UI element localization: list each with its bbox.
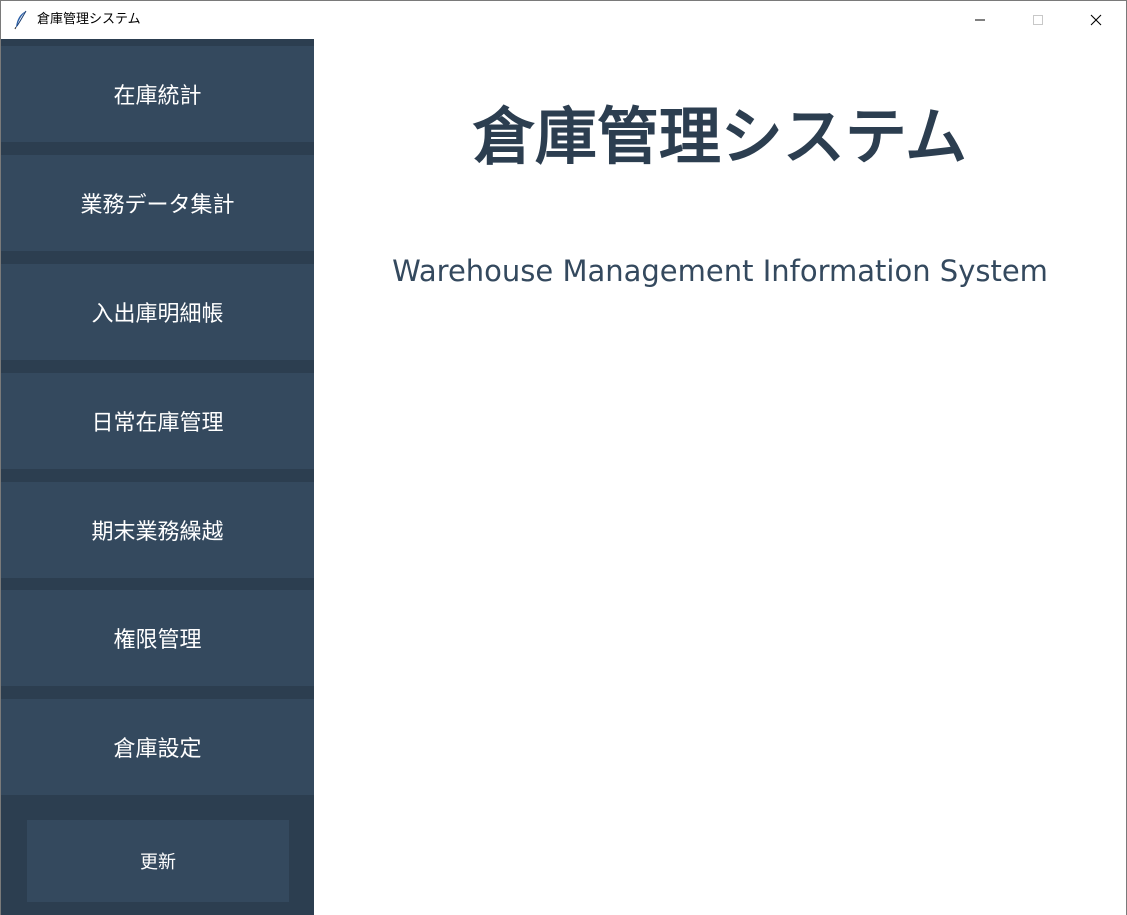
main-content: 倉庫管理システム Warehouse Management Informatio… — [314, 39, 1126, 915]
refresh-button[interactable]: 更新 — [27, 820, 289, 902]
sidebar-item-inventory-stats[interactable]: 在庫統計 — [1, 46, 314, 142]
page-title: 倉庫管理システム — [472, 100, 968, 173]
maximize-icon — [1033, 15, 1043, 25]
sidebar-item-warehouse-settings[interactable]: 倉庫設定 — [1, 699, 314, 795]
sidebar-item-business-data-summary[interactable]: 業務データ集計 — [1, 155, 314, 251]
close-button[interactable] — [1067, 1, 1125, 39]
title-bar[interactable]: 倉庫管理システム — [1, 1, 1126, 39]
maximize-button[interactable] — [1009, 1, 1067, 39]
sidebar-item-period-end-carryover[interactable]: 期末業務繰越 — [1, 482, 314, 578]
app-window: 倉庫管理システム 在庫統計 業務データ集計 入出庫明細帳 日常在庫管理 期末業務… — [0, 0, 1127, 915]
sidebar: 在庫統計 業務データ集計 入出庫明細帳 日常在庫管理 期末業務繰越 権限管理 倉… — [1, 39, 314, 915]
sidebar-item-permissions[interactable]: 権限管理 — [1, 590, 314, 686]
minimize-icon — [975, 19, 985, 21]
sidebar-item-inout-ledger[interactable]: 入出庫明細帳 — [1, 264, 314, 360]
page-subtitle: Warehouse Management Information System — [392, 254, 1048, 288]
window-title: 倉庫管理システム — [37, 12, 141, 27]
close-icon — [1090, 14, 1102, 26]
feather-icon — [13, 10, 29, 30]
sidebar-item-daily-inventory[interactable]: 日常在庫管理 — [1, 373, 314, 469]
minimize-button[interactable] — [951, 1, 1009, 39]
